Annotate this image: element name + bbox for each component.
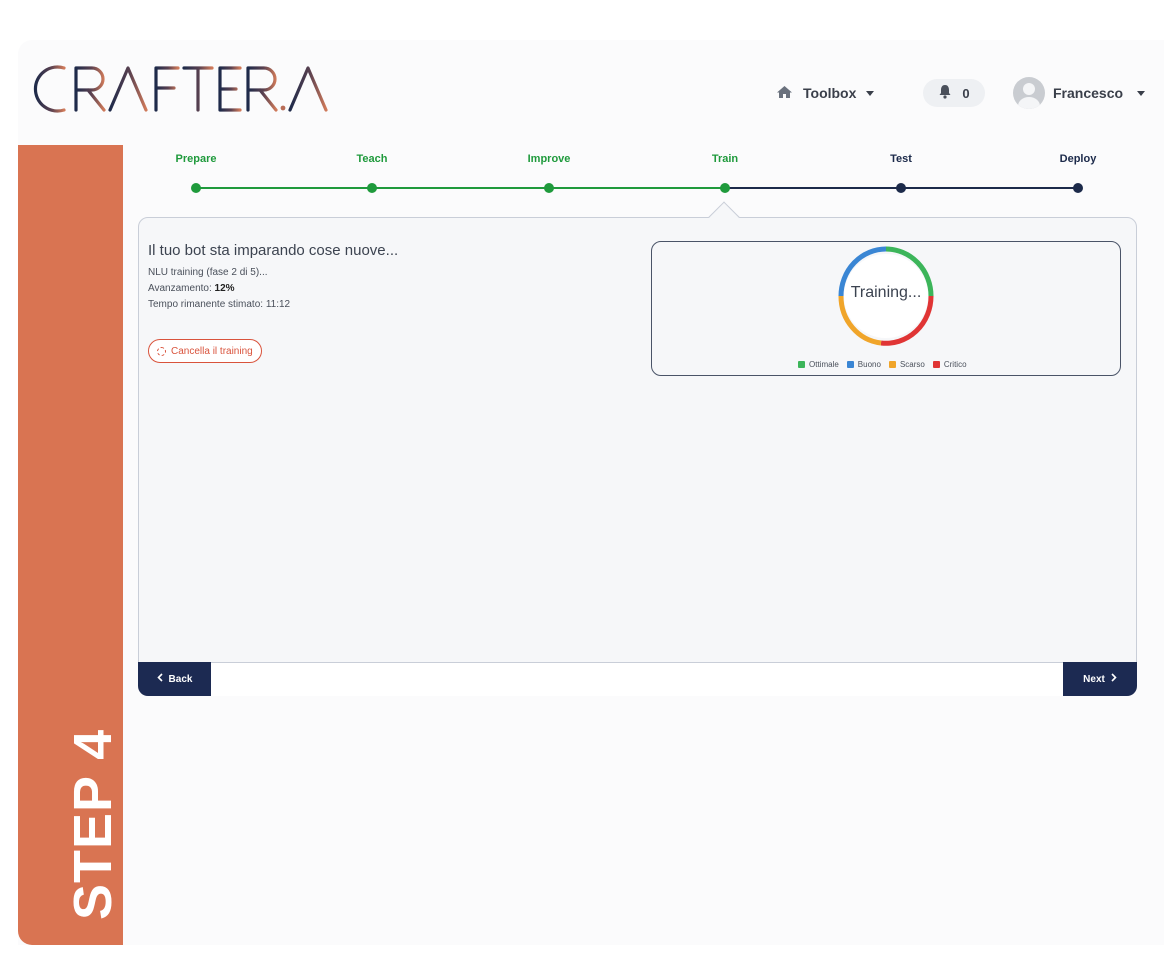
stepper-connector (901, 187, 1078, 189)
legend-label: Ottimale (809, 360, 839, 369)
stepper-connector (372, 187, 549, 189)
stepper-connector (725, 187, 901, 189)
stepper-connector (196, 187, 372, 189)
step-dot-teach[interactable] (367, 183, 377, 193)
chart-legend: Ottimale Buono Scarso Critico (798, 360, 967, 369)
legend-item-scarso: Scarso (888, 360, 925, 369)
step-train[interactable]: Train (712, 153, 738, 165)
step-deploy[interactable]: Deploy (1060, 153, 1097, 165)
training-status-text: Training... (850, 284, 922, 301)
cancel-training-button[interactable]: Cancella il training (148, 339, 262, 363)
step-dot-improve[interactable] (544, 183, 554, 193)
back-label: Back (168, 673, 193, 685)
toolbox-label: Toolbox (803, 85, 857, 101)
chevron-left-icon (156, 673, 163, 685)
spinner-icon (157, 346, 166, 356)
step-test[interactable]: Test (890, 153, 912, 165)
back-button[interactable]: Back (138, 662, 211, 696)
avatar (1013, 77, 1045, 109)
crafter-ai-logo[interactable] (28, 64, 348, 114)
phase-text: NLU training (fase 2 di 5)... (148, 267, 268, 278)
legend-swatch (798, 361, 805, 368)
step-dot-prepare[interactable] (191, 183, 201, 193)
legend-label: Critico (943, 360, 967, 369)
home-icon (776, 85, 793, 102)
cancel-training-label: Cancella il training (171, 345, 253, 357)
step-dot-test[interactable] (896, 183, 906, 193)
bell-icon (938, 84, 952, 102)
chevron-down-icon (866, 90, 875, 96)
next-label: Next (1083, 673, 1105, 685)
remaining-time-text: Tempo rimanente stimato: 11:12 (148, 299, 291, 310)
step-dot-deploy[interactable] (1073, 183, 1083, 193)
step-label: STEP 4 (63, 728, 123, 920)
legend-label: Scarso (899, 360, 925, 369)
chevron-down-icon (1137, 90, 1146, 96)
legend-label: Buono (857, 360, 881, 369)
step-dot-train[interactable] (720, 183, 730, 193)
progress-line: Avanzamento: 12% (148, 283, 235, 294)
training-heading: Il tuo bot sta imparando cose nuove... (148, 242, 399, 259)
progress-value: 12% (214, 283, 235, 294)
step-prepare[interactable]: Prepare (176, 153, 217, 165)
progress-label: Avanzamento: (148, 283, 212, 294)
user-name: Francesco (1053, 85, 1124, 101)
user-menu[interactable]: Francesco (1013, 77, 1146, 109)
notifications-button[interactable]: 0 (923, 79, 985, 107)
card-footer (138, 662, 1137, 696)
chevron-right-icon (1111, 673, 1117, 685)
next-button[interactable]: Next (1063, 662, 1137, 696)
legend-item-critico: Critico (932, 360, 967, 369)
legend-swatch (888, 361, 896, 368)
legend-item-ottimale: Ottimale (798, 360, 839, 369)
legend-swatch (932, 361, 940, 368)
legend-swatch (846, 361, 854, 368)
step-teach[interactable]: Teach (357, 153, 388, 165)
stepper-connector (549, 187, 725, 189)
legend-item-buono: Buono (846, 360, 881, 369)
step-improve[interactable]: Improve (528, 153, 571, 165)
notification-count: 0 (962, 85, 970, 101)
toolbox-menu[interactable]: Toolbox (776, 80, 875, 106)
